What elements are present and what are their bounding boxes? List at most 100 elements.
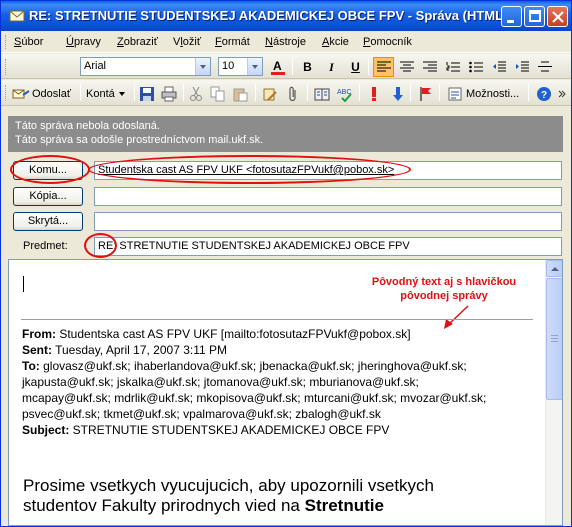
save-icon — [140, 86, 154, 101]
font-color-button[interactable]: A — [267, 57, 288, 77]
text-cursor — [23, 276, 24, 292]
spelling-button[interactable]: ABC — [337, 84, 355, 103]
print-button[interactable] — [161, 84, 177, 103]
importance-high-button[interactable] — [369, 84, 379, 103]
send-button[interactable]: Odoslať — [12, 84, 71, 103]
quoted-sent: Sent: Tuesday, April 17, 2007 3:11 PM — [22, 343, 227, 357]
horizontal-line-icon — [537, 61, 552, 72]
increase-indent-icon — [515, 61, 529, 72]
font-color-icon: A — [270, 59, 285, 75]
quoted-body-text: Prosime vsetkych vyucujucich, aby upozor… — [23, 476, 543, 516]
quoted-from: From: Studentska cast AS FPV UKF [mailto… — [22, 327, 411, 341]
toolbar-grip[interactable] — [5, 85, 8, 101]
address-book-icon — [314, 88, 330, 100]
menu-format[interactable]: Formát — [215, 36, 250, 48]
align-left-icon — [376, 61, 391, 72]
chevron-down-icon — [195, 58, 210, 75]
close-icon — [552, 11, 564, 23]
toolbar-overflow-button[interactable] — [558, 84, 566, 103]
align-left-button[interactable] — [373, 57, 394, 77]
toolbar-grip[interactable] — [5, 59, 8, 75]
separator — [292, 58, 293, 75]
increase-indent-button[interactable] — [511, 57, 532, 77]
bcc-field[interactable] — [94, 212, 562, 231]
paste-button[interactable] — [232, 84, 248, 103]
menu-nastroje[interactable]: Nástroje — [265, 36, 306, 48]
vertical-scrollbar[interactable] — [545, 260, 562, 525]
menu-vlozit[interactable]: Vložiť — [173, 36, 201, 48]
accounts-button[interactable]: Kontá — [86, 84, 125, 103]
separator — [307, 84, 308, 101]
decrease-indent-button[interactable] — [488, 57, 509, 77]
save-button[interactable] — [139, 84, 155, 103]
menu-grip[interactable] — [5, 35, 8, 49]
svg-text:?: ? — [541, 90, 547, 101]
info-line-unsent: Táto správa nebola odoslaná. — [15, 120, 160, 132]
numbering-button[interactable] — [442, 57, 463, 77]
window-title: RE: STRETNUTIE STUDENTSKEJ AKADEMICKEJ O… — [29, 8, 508, 23]
align-right-button[interactable] — [419, 57, 440, 77]
body-line-1: Prosime vsetkych vyucujucich, aby upozor… — [23, 476, 434, 495]
quoted-to-line-2: jkapusta@ukf.sk; jskalka@ukf.sk; jtomano… — [22, 375, 419, 389]
italic-button[interactable]: I — [321, 57, 342, 77]
formatting-toolbar: Arial 10 A B I U — [1, 54, 571, 79]
address-book-button[interactable] — [314, 84, 330, 103]
subject-field[interactable]: RE: STRETNUTIE STUDENTSKEJ AKADEMICKEJ O… — [94, 237, 562, 256]
paste-icon — [233, 88, 248, 101]
help-icon: ? — [537, 86, 551, 101]
attach-file-button[interactable] — [285, 84, 301, 103]
title-bar[interactable]: RE: STRETNUTIE STUDENTSKEJ AKADEMICKEJ O… — [1, 1, 571, 31]
scroll-up-button[interactable] — [546, 260, 562, 277]
maximize-icon — [529, 10, 541, 22]
quoted-to: To: glovasz@ukf.sk; ihaberlandova@ukf.sk… — [22, 359, 467, 373]
options-button[interactable]: Možnosti... — [447, 84, 519, 103]
standard-toolbar: Odoslať Kontá ABC Možnosti... ? — [1, 80, 571, 106]
importance-low-button[interactable] — [392, 84, 404, 103]
separator — [439, 84, 440, 101]
separator — [183, 84, 184, 101]
separator — [368, 58, 369, 75]
highlight-oval-to-field — [88, 155, 411, 184]
horizontal-line-button[interactable] — [534, 57, 555, 77]
thumb-grip — [551, 338, 558, 339]
bold-button[interactable]: B — [297, 57, 318, 77]
minimize-button[interactable] — [501, 6, 522, 27]
cut-button[interactable] — [188, 84, 204, 103]
quote-separator — [21, 319, 533, 320]
annotation-arrow — [444, 305, 469, 329]
menu-upravy[interactable]: Úpravy — [66, 36, 101, 48]
align-right-icon — [422, 61, 437, 72]
info-bar: Táto správa nebola odoslaná. Táto správa… — [8, 116, 563, 152]
annotation-text: Pôvodný text aj s hlavičkou pôvodnej spr… — [354, 275, 534, 303]
bullets-button[interactable] — [465, 57, 486, 77]
highlight-oval-re-prefix — [84, 233, 117, 258]
maximize-button[interactable] — [524, 6, 545, 27]
cc-field[interactable] — [94, 187, 562, 206]
align-center-button[interactable] — [396, 57, 417, 77]
copy-button[interactable] — [210, 84, 226, 103]
check-names-icon — [263, 88, 277, 101]
help-button[interactable]: ? — [536, 84, 552, 103]
underline-button[interactable]: U — [345, 57, 366, 77]
follow-up-button[interactable] — [419, 84, 433, 103]
font-size-select[interactable]: 10 — [218, 57, 263, 76]
font-size-value: 10 — [222, 60, 235, 72]
close-button[interactable] — [547, 6, 568, 27]
font-select[interactable]: Arial — [80, 57, 211, 76]
scroll-thumb[interactable] — [546, 278, 562, 400]
cc-button[interactable]: Kópia... — [13, 187, 83, 206]
accounts-label: Kontá — [86, 87, 115, 100]
quoted-to-line-3: mcapay@ukf.sk; mdrlik@ukf.sk; mkopisova@… — [22, 391, 487, 405]
menu-akcie[interactable]: Akcie — [322, 36, 349, 48]
svg-text:A: A — [273, 59, 282, 73]
minimize-icon — [507, 20, 514, 23]
check-names-button[interactable] — [262, 84, 278, 103]
chevron-right-icon — [558, 90, 566, 97]
subject-text: STRETNUTIE STUDENTSKEJ AKADEMICKEJ OBCE … — [116, 240, 410, 252]
menu-pomocnik[interactable]: Pomocník — [363, 36, 412, 48]
bcc-button[interactable]: Skrytá... — [13, 212, 83, 231]
menu-zobrazit[interactable]: Zobraziť — [117, 36, 158, 48]
menu-subor[interactable]: Súbor — [14, 36, 43, 48]
bulleted-list-icon — [468, 61, 483, 73]
message-body[interactable]: Pôvodný text aj s hlavičkou pôvodnej spr… — [8, 259, 563, 526]
